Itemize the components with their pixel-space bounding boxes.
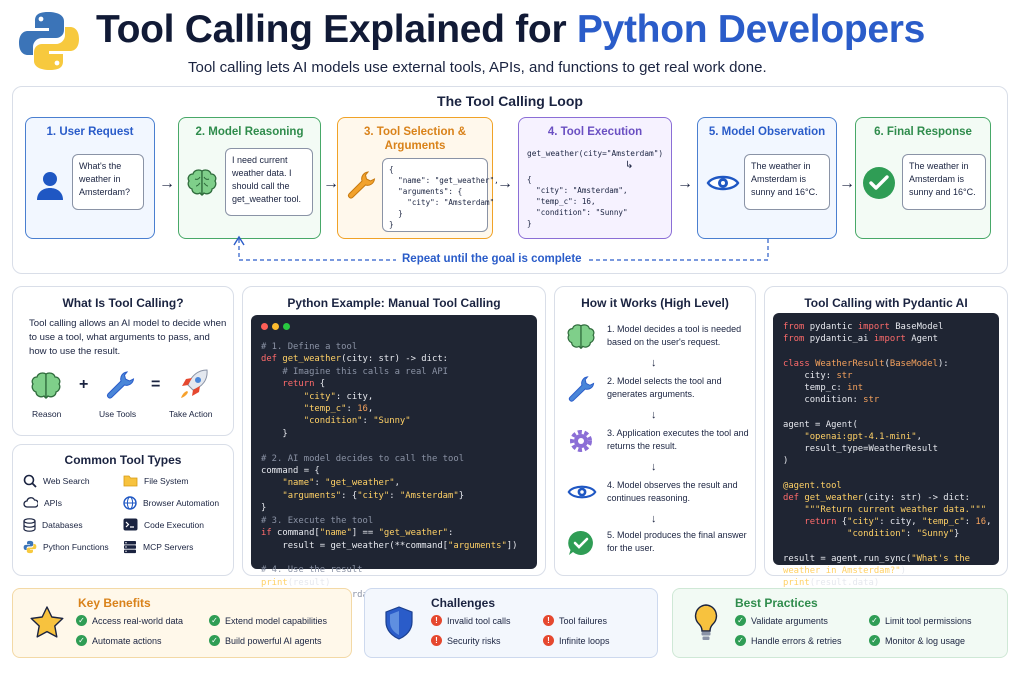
tool-type-python-functions: Python Functions (23, 540, 109, 554)
pydantic-code: from pydantic import BaseModel from pyda… (773, 313, 999, 588)
tool-types-card: Common Tool Types Web Search File System… (12, 444, 234, 576)
plus-sign: + (79, 376, 89, 393)
shield-icon (385, 606, 413, 640)
how-step-5: 5. Model produces the final answer for t… (567, 529, 757, 559)
window-minimize-dot (272, 323, 279, 330)
benefit-item: ✓ Extend model capabilities (209, 615, 327, 626)
down-arrow-icon: ↓ (651, 409, 657, 421)
how-step-4: 4. Model observes the result and continu… (567, 479, 757, 509)
globe-icon (123, 496, 137, 510)
tool-type-web-search: Web Search (23, 474, 90, 488)
challenge-item: ! Infinite loops (543, 635, 610, 646)
alert-icon: ! (431, 615, 442, 626)
terminal-icon (123, 518, 138, 531)
tool-type-apis: APIs (23, 496, 62, 509)
challenge-item: ! Invalid tool calls (431, 615, 511, 626)
gear-icon (570, 430, 592, 452)
wrench-icon (107, 371, 135, 399)
tool-type-mcp-servers: MCP Servers (123, 540, 193, 554)
database-icon (23, 518, 36, 532)
how-it-works-card: How it Works (High Level) 1. Model decid… (554, 286, 756, 576)
how-step-1: 1. Model decides a tool is needed based … (567, 323, 757, 353)
rocket-icon (181, 369, 208, 398)
chat-check-icon (568, 530, 593, 555)
take-action-label: Take Action (169, 409, 213, 419)
tool-type-file-system: File System (123, 474, 188, 487)
practice-item: ✓ Validate arguments (735, 615, 828, 626)
page-title: Tool Calling Explained for Python Develo… (96, 8, 926, 51)
window-close-dot (261, 323, 268, 330)
check-icon: ✓ (869, 615, 880, 626)
folder-icon (123, 475, 138, 487)
tool-type-code-execution: Code Execution (123, 518, 204, 531)
page-subtitle: Tool calling lets AI models use external… (188, 59, 767, 76)
repeat-loop-line (233, 235, 769, 261)
benefit-item: ✓ Build powerful AI agents (209, 635, 322, 646)
python-icon (23, 540, 37, 554)
reason-label: Reason (32, 409, 62, 419)
window-maximize-dot (283, 323, 290, 330)
lightbulb-icon (694, 604, 718, 640)
best-practices-card: Best Practices ✓ Validate arguments ✓ Limi… (672, 588, 1008, 658)
benefit-item: ✓ Automate actions (76, 635, 162, 646)
tool-type-browser-automation: Browser Automation (123, 496, 219, 510)
key-benefits-card: Key Benefits ✓ Access real-world data ✓ Ex… (12, 588, 352, 658)
down-arrow-icon: ↓ (651, 357, 657, 369)
server-icon (124, 541, 136, 554)
down-arrow-icon: ↓ (651, 513, 657, 525)
python-example-code: # 1. Define a tool def get_weather(city:… (251, 315, 576, 600)
check-icon: ✓ (869, 635, 880, 646)
alert-icon: ! (543, 615, 554, 626)
benefits-title: Key Benefits (78, 596, 151, 610)
check-icon: ✓ (209, 635, 220, 646)
alert-icon: ! (543, 635, 554, 646)
repeat-label: Repeat until the goal is complete (396, 253, 588, 265)
search-icon (23, 474, 37, 488)
brain-icon (31, 372, 61, 399)
brain-icon (567, 324, 595, 349)
down-arrow-icon: ↓ (651, 461, 657, 473)
benefit-item: ✓ Access real-world data (76, 615, 183, 626)
challenges-title: Challenges (431, 596, 496, 610)
eye-icon (567, 485, 597, 499)
what-is-text: Tool calling allows an AI model to decid… (29, 318, 227, 357)
alert-icon: ! (431, 635, 442, 646)
challenges-card: Challenges ! Invalid tool calls ! Tool fai… (364, 588, 658, 658)
python-logo-icon (19, 12, 79, 70)
check-icon: ✓ (76, 615, 87, 626)
wrench-icon (568, 376, 595, 402)
how-step-3: 3. Application executes the tool and ret… (567, 427, 757, 457)
check-icon: ✓ (209, 615, 220, 626)
star-icon (30, 606, 64, 638)
challenge-item: ! Tool failures (543, 615, 607, 626)
challenge-item: ! Security risks (431, 635, 501, 646)
how-step-2: 2. Model selects the tool and generates … (567, 375, 757, 405)
python-example-card: Python Example: Manual Tool Calling # 1.… (242, 286, 576, 600)
use-tools-label: Use Tools (99, 409, 137, 419)
practice-item: ✓ Limit tool permissions (869, 615, 972, 626)
tool-type-databases: Databases (23, 518, 83, 532)
what-is-card: What Is Tool Calling? Tool calling allow… (12, 286, 234, 436)
check-icon: ✓ (735, 635, 746, 646)
check-icon: ✓ (735, 615, 746, 626)
check-icon: ✓ (76, 635, 87, 646)
practice-item: ✓ Monitor & log usage (869, 635, 965, 646)
practices-title: Best Practices (735, 596, 818, 610)
tool-calling-loop-panel: The Tool Calling Loop 1. User Request Wh… (12, 86, 1008, 274)
cloud-icon (23, 497, 38, 508)
practice-item: ✓ Handle errors & retries (735, 635, 842, 646)
title-accent: Python Developers (576, 8, 926, 51)
equals-sign: = (151, 376, 161, 393)
pydantic-ai-card: Tool Calling with Pydantic AI from pydan… (764, 286, 1008, 588)
